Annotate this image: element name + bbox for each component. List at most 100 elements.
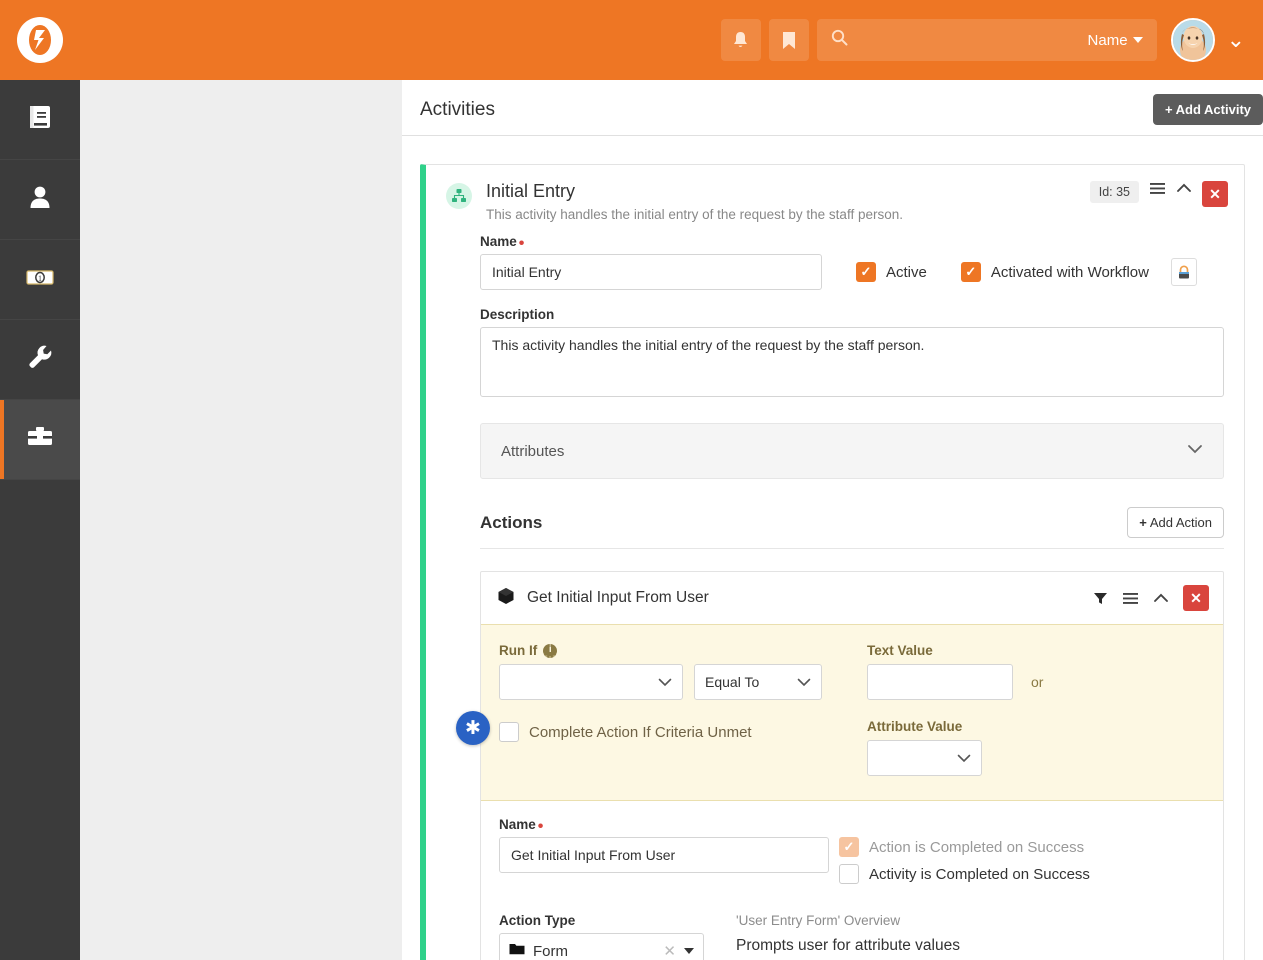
left-sidebar: 1 [0,80,80,960]
caret-down-icon [1132,37,1143,43]
action-type-select[interactable]: Form ✕ [499,933,704,960]
bell-icon[interactable] [720,19,761,61]
plus-icon: + [1139,515,1147,530]
sidebar-item-people[interactable] [0,160,80,240]
chevron-up-icon[interactable] [1153,591,1169,605]
text-value-row: or [867,664,1043,700]
search-scope-label: Name [1087,31,1128,49]
search-input[interactable] [855,32,1080,48]
run-if-attribute-select[interactable] [499,664,683,700]
activity-description-label: Description [480,307,555,322]
lock-icon[interactable] [1170,258,1197,286]
activity-is-completed-on-success-label: Activity is Completed on Success [869,865,1090,883]
action-name-label-text: Name [499,817,536,832]
folder-icon [509,942,525,960]
criteria-selects-row: Equal To [499,664,851,700]
actions-section-header: Actions + Add Action [480,507,1224,549]
text-value-input[interactable] [867,664,1013,700]
logo-container [0,17,80,63]
page-title: Activities [420,98,495,120]
caret-down-icon [684,948,694,954]
cube-icon [497,587,515,610]
sidebar-item-admin-tools[interactable] [0,320,80,400]
activity-is-completed-on-success-checkbox[interactable] [839,864,859,884]
bars-icon[interactable] [1149,181,1166,196]
info-icon[interactable]: i [543,643,558,658]
activity-completed-row: Activity is Completed on Success [839,864,1090,884]
bars-icon[interactable] [1122,591,1139,606]
action-is-completed-on-success-checkbox[interactable]: ✓ [839,837,859,857]
attribute-value-select[interactable] [867,740,982,776]
activity-name-input[interactable] [480,254,822,290]
activity-activated-with-workflow-label: Activated with Workflow [990,263,1149,281]
run-if-label: Run If i [499,643,851,658]
action-is-completed-on-success-label: Action is Completed on Success [869,838,1085,856]
sidebar-item-cms[interactable] [0,80,80,160]
close-icon[interactable]: ✕ [1202,181,1228,207]
action-type-overview: 'User Entry Form' Overview Prompts user … [724,913,960,960]
action-success-checkboxes: ✓ Action is Completed on Success Activit… [839,817,1090,891]
asterisk-icon[interactable]: ✱ [456,711,490,745]
action-title-wrap: Get Initial Input From User [497,587,709,610]
action-criteria-panel: ✱ Run If i Equal To Complete Action If C… [456,624,1223,801]
run-if-label-text: Run If [499,643,538,658]
search-scope-selector[interactable]: Name [1088,32,1143,49]
add-action-button[interactable]: + Add Action [1127,507,1224,538]
add-activity-button[interactable]: + Add Activity [1153,94,1263,125]
clear-x-icon[interactable]: ✕ [663,942,676,960]
action-card: Get Initial Input From User ✕ ✱ Run If i… [456,571,1224,960]
search-icon [831,29,848,51]
activity-header: Initial Entry This activity handles the … [426,165,1244,234]
run-if-operator-value: Equal To [705,674,760,690]
filter-icon[interactable] [1093,591,1108,606]
activity-description-textarea[interactable]: This activity handles the initial entry … [480,327,1224,397]
avatar[interactable] [1170,18,1215,62]
action-body: Name• ✓ Action is Completed on Success [481,801,1223,960]
or-label: or [1031,674,1044,690]
sidebar-item-finance[interactable]: 1 [0,240,80,320]
action-type-label: Action Type [499,913,576,928]
plus-icon: + [1165,102,1173,117]
action-name-input[interactable] [499,837,829,873]
chevron-down-icon[interactable]: ⌄ [1227,29,1245,51]
attributes-panel[interactable]: Attributes [480,423,1224,479]
criteria-right-column: Text Value or Attribute Value [867,643,1043,776]
close-icon[interactable]: ✕ [1183,585,1209,611]
actions-title: Actions [480,512,543,532]
complete-action-if-criteria-unmet-checkbox[interactable] [499,722,519,742]
activity-body: Name• ✓ Active ✓ Activated with Workflow [426,234,1244,960]
action-type-column: Action Type Form ✕ [499,913,724,960]
chevron-up-icon[interactable] [1176,181,1192,195]
topbar-actions: Name ⌄ [720,18,1263,62]
activity-active-checkbox[interactable]: ✓ [856,262,876,282]
secondary-panel [80,80,402,960]
top-navigation-bar: Name ⌄ [0,0,1263,80]
person-icon [25,182,55,217]
action-name-row: Name• ✓ Action is Completed on Success [499,817,1205,891]
attributes-label: Attributes [501,442,565,460]
overview-title: 'User Entry Form' Overview [736,913,901,928]
chevron-down-icon [797,675,811,690]
money-bill-icon: 1 [24,262,56,297]
activity-activated-with-workflow-checkbox[interactable]: ✓ [960,262,981,282]
action-header: Get Initial Input From User ✕ [481,572,1223,624]
book-icon [25,102,55,137]
action-completed-row: ✓ Action is Completed on Success [839,837,1090,857]
activity-active-checkbox-group: ✓ Active [856,262,927,282]
activity-id-badge: Id: 35 [1089,181,1139,203]
chevron-down-icon [957,751,971,766]
rock-logo-icon[interactable] [17,17,63,63]
activity-card: Initial Entry This activity handles the … [420,164,1245,960]
activity-active-label: Active [886,263,927,281]
activity-description-text: This activity handles the initial entry … [486,207,903,222]
activity-activated-workflow-checkbox-group: ✓ Activated with Workflow [960,262,1149,282]
search-bar[interactable]: Name [816,19,1157,61]
bookmark-icon[interactable] [768,19,809,61]
activity-name-label-text: Name [480,234,517,249]
activity-name-row: ✓ Active ✓ Activated with Workflow [480,254,1224,290]
complete-action-if-criteria-unmet-label: Complete Action If Criteria Unmet [529,723,752,741]
chevron-down-icon [1187,442,1203,460]
action-title: Get Initial Input From User [527,589,709,606]
sidebar-item-power-tools[interactable] [0,400,80,480]
run-if-operator-select[interactable]: Equal To [694,664,822,700]
